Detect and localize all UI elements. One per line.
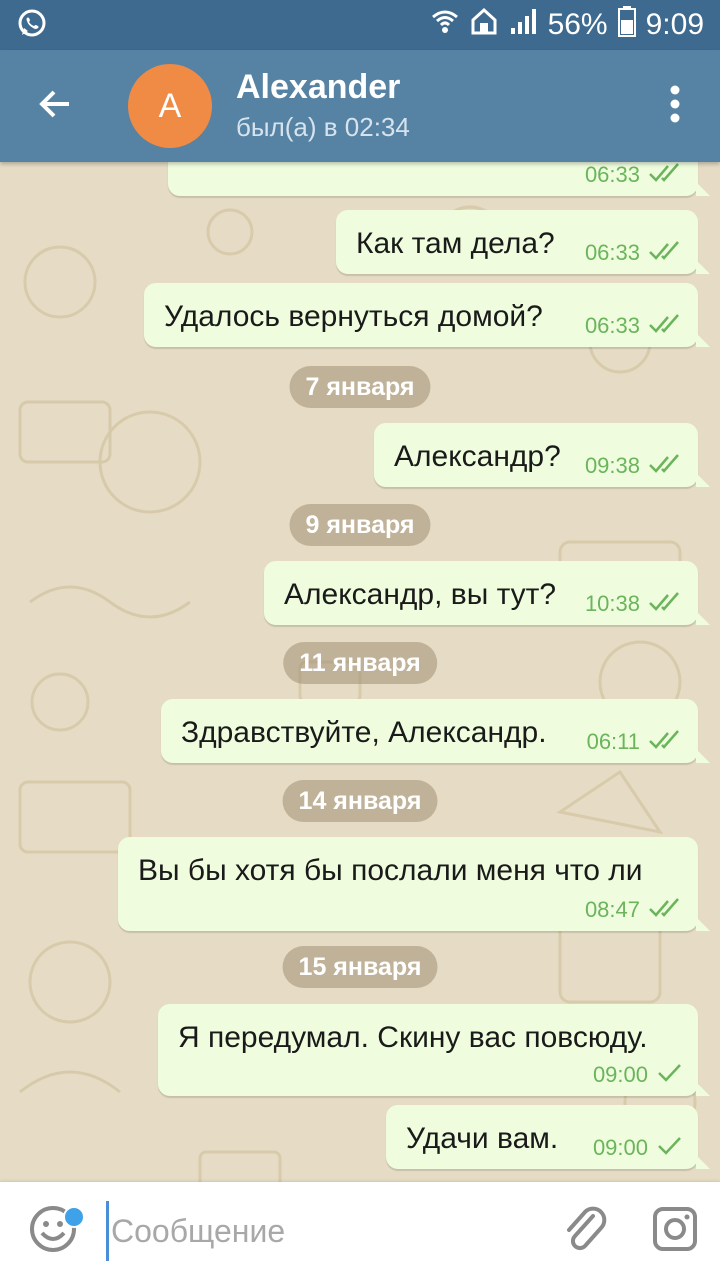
attach-button[interactable] [540, 1182, 630, 1280]
message-bubble[interactable]: Как там дела? 06:33 [336, 210, 710, 274]
date-divider: 11 января [283, 642, 437, 684]
message-time: 06:11 [586, 729, 640, 754]
status-bar: 56% 9:09 [0, 0, 720, 50]
message-time: 08:47 [584, 897, 640, 922]
double-check-icon [648, 591, 682, 617]
message-time: 06:33 [584, 313, 640, 338]
message-bubble[interactable]: Удачи вам. 09:00 [386, 1105, 710, 1169]
message-time: 09:00 [592, 1135, 648, 1160]
battery-percent: 56% [547, 8, 608, 41]
double-check-icon [648, 729, 682, 755]
back-button[interactable] [0, 50, 110, 162]
contact-info[interactable]: Alexander был(а) в 02:34 [236, 67, 410, 145]
paperclip-icon [563, 1204, 607, 1259]
camera-button[interactable] [630, 1182, 720, 1280]
message-time: 09:38 [584, 453, 640, 478]
check-icon [656, 1063, 682, 1088]
emoji-button[interactable] [0, 1182, 106, 1280]
message-list[interactable]: 06:33 Как там дела? 06:33 Удалось вернут… [0, 162, 720, 1182]
check-icon [656, 1136, 682, 1161]
contact-name: Alexander [236, 68, 401, 106]
message-bubble[interactable]: Александр, вы тут? 10:38 [264, 561, 710, 625]
double-check-icon [648, 453, 682, 479]
contact-last-seen: был(а) в 02:34 [236, 112, 410, 142]
battery-icon [617, 5, 636, 45]
message-text [188, 162, 642, 196]
message-time: 06:33 [584, 162, 640, 187]
double-check-icon [648, 162, 682, 188]
message-text: Я передумал. Скину вас повсюду. [178, 1021, 648, 1054]
more-options-button[interactable] [630, 50, 720, 162]
wifi-icon [430, 6, 460, 44]
home-icon [470, 6, 498, 44]
message-text: Вы бы хотя бы послали меня что ли [138, 854, 643, 887]
message-bubble[interactable]: Удалось вернуться домой? 06:33 [144, 283, 710, 347]
message-time: 09:00 [592, 1062, 648, 1087]
status-time: 9:09 [645, 8, 704, 41]
camera-icon [651, 1205, 699, 1258]
message-composer [0, 1182, 720, 1280]
date-divider: 7 января [289, 366, 431, 408]
arrow-left-icon [37, 86, 73, 127]
message-text: Здравствуйте, Александр. [181, 716, 547, 749]
chat-header: A Alexander был(а) в 02:34 [0, 50, 720, 162]
message-bubble[interactable]: Вы бы хотя бы послали меня что ли 08:47 [118, 837, 710, 931]
message-time: 10:38 [584, 591, 640, 616]
avatar[interactable]: A [128, 64, 212, 148]
message-bubble[interactable]: Александр? 09:38 [374, 423, 710, 487]
more-vertical-icon [669, 84, 681, 129]
double-check-icon [648, 313, 682, 339]
double-check-icon [648, 240, 682, 266]
message-bubble[interactable]: 06:33 [168, 162, 710, 196]
message-text: Удалось вернуться домой? [164, 300, 543, 333]
date-divider: 9 января [289, 504, 431, 546]
signal-icon [508, 6, 538, 44]
date-divider: 14 января [282, 780, 438, 822]
message-time: 06:33 [584, 240, 640, 265]
whatsapp-icon [16, 7, 48, 44]
message-bubble[interactable]: Здравствуйте, Александр. 06:11 [161, 699, 710, 763]
date-divider: 15 января [282, 946, 438, 988]
double-check-icon [648, 897, 682, 923]
message-bubble[interactable]: Я передумал. Скину вас повсюду. 09:00 [158, 1004, 710, 1096]
message-input[interactable] [106, 1201, 540, 1261]
notification-dot [63, 1206, 85, 1228]
